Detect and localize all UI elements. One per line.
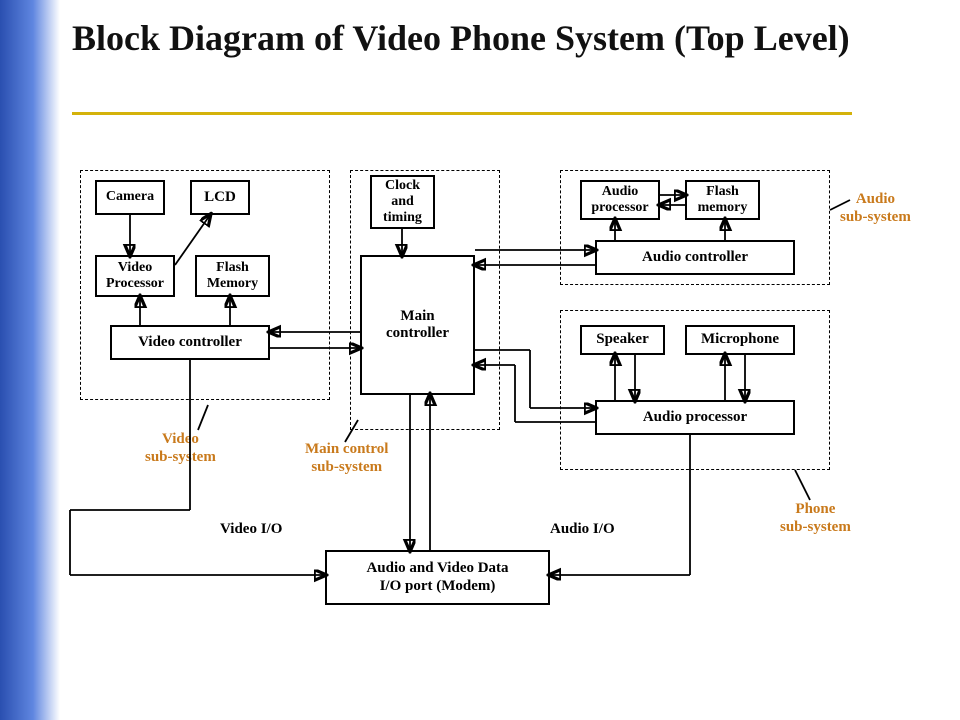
- video-io-label: Video I/O: [220, 520, 282, 538]
- clock-timing-box: Clock and timing: [370, 175, 435, 229]
- gradient-sidebar: [0, 0, 60, 720]
- audio-io-label: Audio I/O: [550, 520, 615, 538]
- audio-processor-bottom-box: Audio processor: [595, 400, 795, 435]
- diagram-canvas: Camera LCD Video Processor Flash Memory …: [60, 150, 940, 690]
- flash-memory-video-box: Flash Memory: [195, 255, 270, 297]
- page-title: Block Diagram of Video Phone System (Top…: [72, 18, 892, 59]
- audio-processor-top-box: Audio processor: [580, 180, 660, 220]
- lcd-box: LCD: [190, 180, 250, 215]
- video-subsystem-label: Video sub-system: [145, 430, 216, 466]
- main-controller-box: Main controller: [360, 255, 475, 395]
- audio-subsystem-label: Audio sub-system: [840, 190, 911, 226]
- video-processor-box: Video Processor: [95, 255, 175, 297]
- phone-subsystem-label: Phone sub-system: [780, 500, 851, 536]
- modem-box: Audio and Video Data I/O port (Modem): [325, 550, 550, 605]
- audio-controller-box: Audio controller: [595, 240, 795, 275]
- title-rule: [72, 112, 852, 115]
- microphone-box: Microphone: [685, 325, 795, 355]
- main-subsystem-label: Main control sub-system: [305, 440, 388, 476]
- speaker-box: Speaker: [580, 325, 665, 355]
- camera-box: Camera: [95, 180, 165, 215]
- flash-memory-audio-box: Flash memory: [685, 180, 760, 220]
- video-controller-box: Video controller: [110, 325, 270, 360]
